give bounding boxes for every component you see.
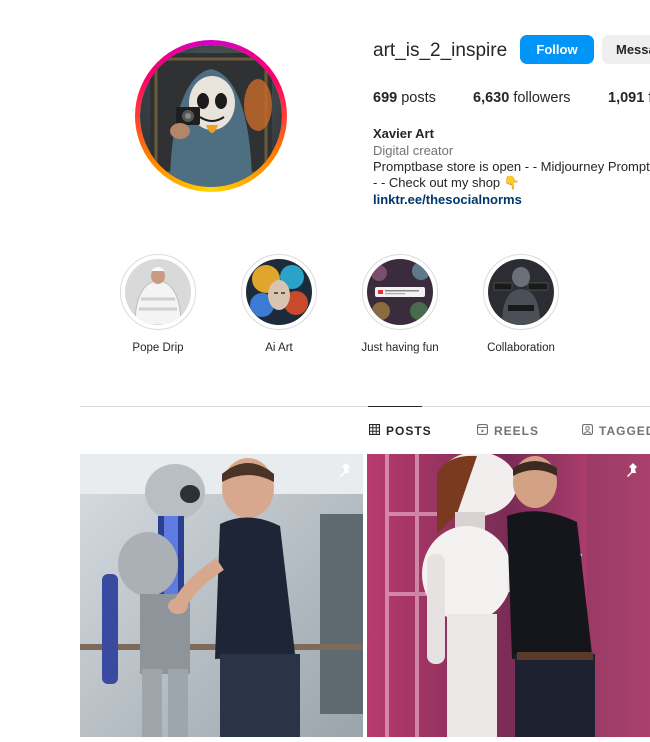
avatar-image — [140, 45, 282, 187]
highlight-label: Just having fun — [361, 342, 439, 354]
followers-stat[interactable]: 6,630 followers — [473, 90, 571, 106]
highlight-label: Pope Drip — [132, 342, 184, 354]
message-button[interactable]: Messa — [602, 35, 650, 64]
pin-icon — [337, 462, 355, 485]
tab-reels[interactable]: REELS — [476, 423, 540, 438]
tabs-divider — [80, 406, 650, 407]
profile-full-name: Xavier Art — [373, 126, 434, 141]
highlight-pope-drip[interactable]: Pope Drip — [119, 254, 197, 354]
highlight-label: Collaboration — [487, 342, 555, 354]
profile-username: art_is_2_inspire — [373, 40, 508, 61]
profile-avatar[interactable] — [135, 40, 287, 192]
following-count: 1,091 — [608, 90, 645, 106]
highlight-image — [488, 259, 554, 325]
tab-reels-label: REELS — [494, 424, 540, 438]
posts-stat: 699 posts — [373, 90, 436, 106]
followers-count: 6,630 — [473, 90, 510, 106]
highlight-ai-art[interactable]: Ai Art — [240, 254, 318, 354]
reels-icon — [476, 423, 489, 438]
highlight-just-having-fun[interactable]: Just having fun — [361, 254, 439, 354]
followers-label: followers — [513, 90, 571, 106]
pin-icon — [624, 462, 642, 485]
grid-icon — [368, 423, 381, 438]
highlight-image — [246, 259, 312, 325]
posts-label: posts — [401, 90, 436, 106]
highlight-image — [367, 259, 433, 325]
tab-tagged-label: TAGGED — [599, 424, 650, 438]
active-tab-indicator — [368, 406, 422, 407]
following-stat[interactable]: 1,091 f — [608, 90, 650, 106]
tab-posts[interactable]: POSTS — [368, 423, 432, 438]
post-image — [80, 454, 363, 737]
follow-button[interactable]: Follow — [520, 35, 594, 64]
bio-link[interactable]: linktr.ee/thesocialnorms — [373, 192, 522, 207]
highlight-image — [125, 259, 191, 325]
tagged-icon — [581, 423, 594, 438]
bio-line-2: - - Check out my shop 👇 — [373, 175, 520, 190]
tab-tagged[interactable]: TAGGED — [581, 423, 650, 438]
post-tile[interactable] — [80, 454, 363, 737]
highlight-collaboration[interactable]: Collaboration — [482, 254, 560, 354]
tab-posts-label: POSTS — [386, 424, 432, 438]
posts-count: 699 — [373, 90, 398, 106]
post-image — [367, 454, 650, 737]
profile-category: Digital creator — [373, 143, 454, 158]
post-tile[interactable] — [367, 454, 650, 737]
highlight-label: Ai Art — [265, 342, 293, 354]
bio-line-1: Promptbase store is open - - Midjourney … — [373, 159, 650, 174]
